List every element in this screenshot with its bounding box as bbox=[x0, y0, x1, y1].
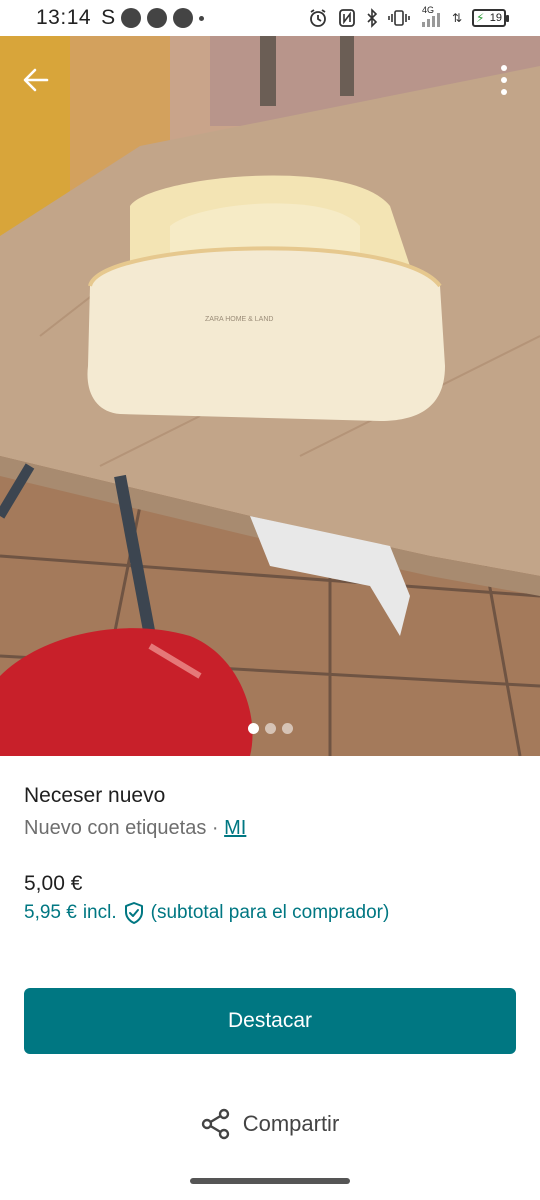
signal-indicator: 4G bbox=[420, 5, 442, 28]
share-button[interactable]: Compartir bbox=[0, 1100, 540, 1148]
item-photo-image: ZARA HOME & LAND bbox=[0, 36, 540, 756]
more-vertical-icon bbox=[501, 65, 507, 95]
shield-check-icon bbox=[124, 902, 143, 924]
buyer-price-row[interactable]: 5,95 € incl. (subtotal para el comprador… bbox=[24, 900, 516, 926]
photo-pager bbox=[0, 723, 540, 734]
signal-icon bbox=[421, 13, 440, 27]
vibrate-icon bbox=[388, 10, 410, 26]
data-arrows-icon: ⇅ bbox=[451, 11, 462, 25]
battery-level: 19 bbox=[489, 12, 502, 24]
separator: · bbox=[206, 817, 225, 839]
item-price: 5,00 € bbox=[24, 872, 83, 895]
alarm-icon bbox=[310, 9, 326, 27]
notification-dot-icon bbox=[121, 8, 142, 28]
pager-dot-active bbox=[247, 723, 259, 734]
home-indicator[interactable] bbox=[190, 1178, 350, 1184]
arrow-left-icon bbox=[23, 68, 49, 92]
incl-label: incl. bbox=[82, 902, 117, 923]
more-notifications-icon bbox=[199, 15, 205, 21]
buyer-price: 5,95 € bbox=[24, 902, 77, 923]
brand-link[interactable]: MI bbox=[224, 817, 246, 839]
status-bar: 13:14 S 4G ⇅ ⚡ 19 bbox=[0, 0, 540, 36]
status-right: 4G ⇅ ⚡ 19 bbox=[308, 5, 509, 28]
item-title: Neceser nuevo bbox=[24, 784, 166, 807]
item-photo[interactable]: ZARA HOME & LAND bbox=[0, 36, 540, 756]
carrier-glyph: S bbox=[101, 6, 116, 29]
item-subtitle: Nuevo con etiquetas · MI bbox=[24, 814, 516, 842]
back-button[interactable] bbox=[16, 60, 56, 100]
charging-icon: ⚡ bbox=[476, 11, 485, 25]
status-left: 13:14 S bbox=[36, 6, 205, 30]
notification-dot-icon bbox=[147, 8, 168, 28]
pager-dot bbox=[281, 723, 293, 734]
buyer-note: (subtotal para el comprador) bbox=[150, 902, 390, 923]
promote-button[interactable]: Destacar bbox=[24, 988, 516, 1054]
battery-icon: ⚡ 19 bbox=[472, 9, 509, 27]
bluetooth-icon bbox=[367, 8, 378, 28]
share-label: Compartir bbox=[242, 1111, 340, 1136]
more-options-button[interactable] bbox=[486, 58, 522, 102]
status-time: 13:14 bbox=[36, 6, 92, 29]
item-info: Neceser nuevo Nuevo con etiquetas · MI 5… bbox=[24, 782, 516, 926]
pager-dot bbox=[264, 723, 276, 734]
nfc-icon bbox=[339, 9, 355, 27]
pouch-label: ZARA HOME & LAND bbox=[205, 316, 273, 323]
notification-dot-icon bbox=[173, 8, 194, 28]
share-icon bbox=[201, 1108, 229, 1140]
item-condition: Nuevo con etiquetas bbox=[24, 817, 207, 839]
